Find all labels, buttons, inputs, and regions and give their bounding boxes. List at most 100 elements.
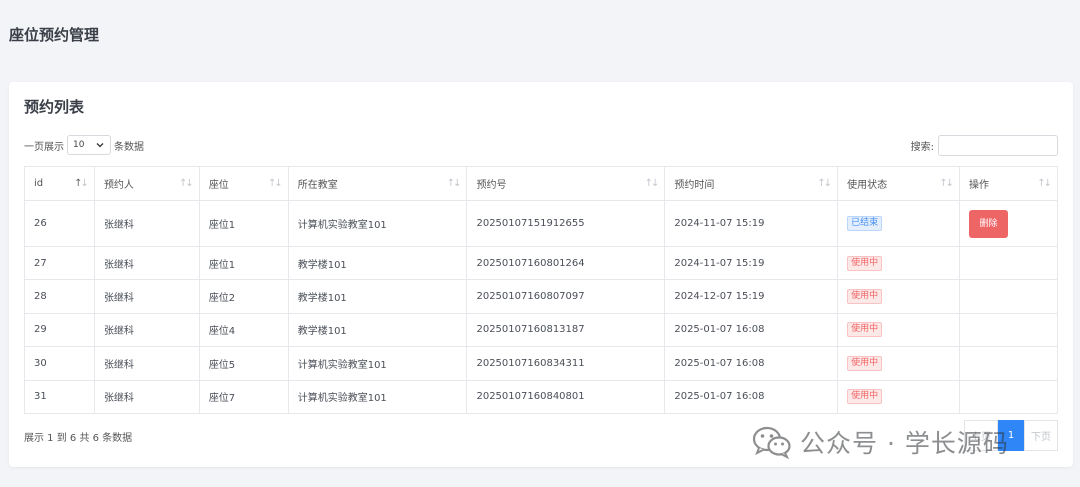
cell-id: 29 (24, 312, 95, 348)
search-label: 搜索: (910, 142, 934, 153)
cell-id: 28 (24, 279, 95, 314)
status-badge: 使用中 (847, 322, 883, 338)
cell-action (959, 312, 1058, 348)
table-row: 31 张继科 座位7 计算机实验教室101 20250107160840801 … (24, 379, 1058, 414)
cell-seat: 座位1 (198, 245, 289, 281)
sort-arrows-icon: ↑↓ (179, 178, 194, 189)
cell-time: 2024-11-07 15:19 (664, 245, 839, 281)
cell-code: 20250107160801264 (466, 245, 666, 281)
column-header-label: 使用状态 (847, 180, 888, 191)
cell-status: 使用中 (837, 279, 960, 314)
column-header-label: id (34, 178, 44, 189)
column-header-seat[interactable]: 座位 ↑↓ (198, 166, 289, 201)
status-badge: 使用中 (847, 289, 883, 305)
sort-arrows-icon: ↑↓ (817, 178, 832, 189)
cell-person: 张继科 (93, 379, 200, 414)
table-row: 28 张继科 座位2 教学楼101 20250107160807097 2024… (24, 279, 1058, 314)
status-badge: 已结束 (847, 216, 883, 231)
cell-person: 张继科 (93, 245, 200, 281)
cell-time: 2025-01-07 16:08 (664, 346, 839, 381)
sort-arrows-icon: ↑↓ (644, 178, 660, 189)
wechat-icon (752, 426, 791, 459)
cell-room: 计算机实验教室101 (287, 200, 468, 247)
table-row: 26 张继科 座位1 计算机实验教室101 20250107151912655 … (24, 200, 1058, 247)
card-title: 预约列表 (24, 98, 85, 116)
cell-id: 30 (24, 346, 95, 381)
cell-time: 2024-11-07 15:19 (664, 200, 839, 247)
delete-button[interactable]: 删除 (969, 209, 1008, 238)
table-row: 30 张继科 座位5 计算机实验教室101 20250107160834311 … (24, 346, 1058, 381)
cell-person: 张继科 (93, 279, 200, 314)
search-control: 搜索: (911, 135, 1058, 156)
column-header-label: 预约时间 (674, 180, 715, 191)
cell-status: 使用中 (837, 346, 960, 381)
cell-action (959, 279, 1058, 314)
length-prefix-label: 一页展示 (24, 141, 64, 153)
cell-person: 张继科 (93, 200, 200, 247)
watermark-text: 公众号 · 学长源码 (800, 429, 1009, 458)
search-input[interactable] (938, 135, 1058, 156)
column-header-label: 预约号 (476, 180, 507, 191)
cell-seat: 座位7 (198, 379, 289, 414)
cell-seat: 座位1 (198, 200, 289, 247)
sort-arrows-icon: ↑↓ (446, 178, 462, 189)
cell-status: 使用中 (837, 245, 960, 281)
column-header-code[interactable]: 预约号 ↑↓ (466, 166, 666, 201)
cell-action (959, 245, 1058, 281)
table-info: 展示 1 到 6 共 6 条数据 (24, 433, 133, 444)
page-length-value: 10 (73, 140, 85, 150)
column-header-label: 所在教室 (297, 180, 338, 191)
cell-time: 2024-12-07 15:19 (664, 279, 839, 314)
sort-arrows-icon: ↑↓ (74, 178, 89, 189)
cell-time: 2025-01-07 16:08 (664, 379, 839, 414)
watermark: 公众号 · 学长源码 (752, 424, 1009, 460)
cell-room: 教学楼101 (287, 312, 468, 348)
cell-action (959, 379, 1058, 414)
page-length-control: 一页展示 10 条数据 (24, 135, 144, 155)
page-length-select[interactable]: 10 (67, 135, 111, 155)
status-badge: 使用中 (847, 355, 883, 371)
column-header-id[interactable]: id ↑↓ (24, 166, 95, 201)
cell-action (959, 346, 1058, 381)
cell-seat: 座位2 (198, 279, 289, 314)
cell-code: 20250107151912655 (466, 200, 666, 247)
cell-action: 删除 (959, 200, 1058, 247)
status-badge: 使用中 (847, 255, 883, 271)
sort-arrows-icon: ↑↓ (267, 178, 283, 189)
column-header-action[interactable]: 操作 ↑↓ (959, 166, 1058, 201)
cell-code: 20250107160840801 (466, 379, 666, 414)
column-header-label: 操作 (969, 180, 989, 191)
table-row: 27 张继科 座位1 教学楼101 20250107160801264 2024… (24, 245, 1058, 281)
cell-code: 20250107160807097 (466, 279, 666, 314)
length-suffix-label: 条数据 (114, 141, 144, 153)
column-header-label: 座位 (208, 180, 229, 191)
column-header-room[interactable]: 所在教室 ↑↓ (287, 166, 468, 201)
cell-code: 20250107160834311 (466, 346, 666, 381)
page-title: 座位预约管理 (9, 26, 100, 44)
cell-id: 27 (24, 245, 95, 281)
cell-status: 使用中 (837, 379, 960, 414)
reservation-table: id ↑↓ 预约人 ↑↓ 座位 ↑↓ 所在教室 ↑↓ 预约号 ↑↓ 预约时间 ↑↓ 使用状态… (24, 166, 1058, 414)
next-page-button[interactable]: 下页 (1024, 420, 1058, 451)
cell-room: 教学楼101 (287, 279, 468, 314)
cell-code: 20250107160813187 (466, 312, 666, 348)
cell-time: 2025-01-07 16:08 (664, 312, 839, 348)
cell-seat: 座位5 (198, 346, 289, 381)
cell-person: 张继科 (93, 346, 200, 381)
column-header-time[interactable]: 预约时间 ↑↓ (664, 166, 839, 201)
column-header-person[interactable]: 预约人 ↑↓ (93, 166, 200, 201)
cell-id: 26 (24, 200, 95, 247)
cell-id: 31 (24, 379, 95, 414)
column-header-status[interactable]: 使用状态 ↑↓ (837, 166, 960, 201)
status-badge: 使用中 (847, 389, 883, 405)
column-header-label: 预约人 (103, 180, 134, 191)
sort-arrows-icon: ↑↓ (939, 178, 954, 189)
sort-arrows-icon: ↑↓ (1037, 178, 1052, 189)
cell-room: 计算机实验教室101 (287, 346, 468, 381)
table-header-row: id ↑↓ 预约人 ↑↓ 座位 ↑↓ 所在教室 ↑↓ 预约号 ↑↓ 预约时间 ↑↓ 使用状态… (24, 166, 1058, 201)
cell-seat: 座位4 (198, 312, 289, 348)
chevron-down-icon (96, 143, 104, 148)
cell-room: 计算机实验教室101 (287, 379, 468, 414)
cell-status: 使用中 (837, 312, 960, 348)
reservation-card: 预约列表 一页展示 10 条数据 搜索: id ↑↓ 预约人 ↑↓ 座位 ↑↓ 所在教… (9, 82, 1073, 467)
